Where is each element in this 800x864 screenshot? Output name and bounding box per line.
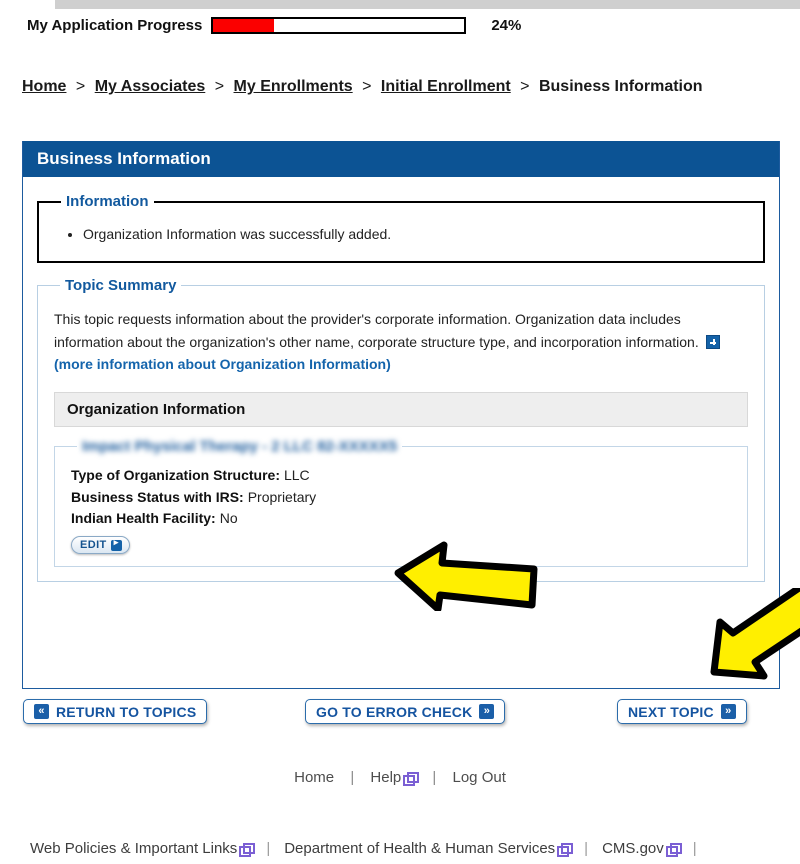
progress-fill xyxy=(213,18,274,32)
footer-divider: | xyxy=(432,769,437,786)
organization-information-section-title: Organization Information xyxy=(54,392,748,428)
chevron-right-icon: » xyxy=(720,704,736,719)
topic-summary-legend: Topic Summary xyxy=(65,277,177,294)
information-box: Information Organization Information was… xyxy=(37,193,765,263)
breadcrumb-separator: > xyxy=(362,78,372,95)
org-field-row: Business Status with IRS: Proprietary xyxy=(71,487,731,509)
information-message: Organization Information was successfull… xyxy=(83,224,747,245)
topic-summary-text-block: This topic requests information about th… xyxy=(54,308,726,376)
breadcrumb-item-my-enrollments[interactable]: My Enrollments xyxy=(234,78,353,95)
breadcrumb-item-my-associates[interactable]: My Associates xyxy=(95,78,206,95)
chevron-right-icon: » xyxy=(479,704,495,719)
org-field-value: Proprietary xyxy=(247,488,317,505)
organization-record-legend: Impact Physical Therapy - 2 LLC 82-XXXXX… xyxy=(77,438,402,455)
page-title: Business Information xyxy=(37,149,211,168)
topic-summary-text: This topic requests information about th… xyxy=(54,311,699,350)
bottom-bar-divider: | xyxy=(584,839,589,857)
information-message-list: Organization Information was successfull… xyxy=(55,224,747,245)
business-information-panel: Business Information Information Organiz… xyxy=(22,141,780,689)
chevron-left-icon: « xyxy=(34,704,49,719)
breadcrumb-item-home[interactable]: Home xyxy=(22,78,66,95)
footer-link-log-out[interactable]: Log Out xyxy=(453,769,506,786)
bottom-link-web-policies[interactable]: Web Policies & Important Links xyxy=(30,840,237,857)
org-field-row: Type of Organization Structure: LLC xyxy=(71,465,731,487)
action-button-row: « RETURN TO TOPICS GO TO ERROR CHECK » N… xyxy=(0,699,800,731)
external-link-icon xyxy=(239,842,256,857)
next-topic-button[interactable]: NEXT TOPIC » xyxy=(617,699,747,724)
return-to-topics-button[interactable]: « RETURN TO TOPICS xyxy=(23,699,208,724)
breadcrumb: Home > My Associates > My Enrollments > … xyxy=(22,78,703,96)
application-progress-bar: My Application Progress 24% xyxy=(0,11,800,39)
bottom-bar-divider: | xyxy=(266,839,271,857)
bottom-link-cms-gov[interactable]: CMS.gov xyxy=(602,840,664,857)
progress-label: My Application Progress xyxy=(27,16,203,34)
information-legend: Information xyxy=(66,193,149,210)
external-link-icon xyxy=(557,842,574,857)
progress-track xyxy=(211,16,467,34)
panel-header: Business Information xyxy=(23,141,779,177)
edit-button[interactable]: EDIT xyxy=(71,536,130,555)
footer-links: Home | Help | Log Out xyxy=(0,769,800,786)
bottom-bar-divider: | xyxy=(692,839,697,857)
organization-record-name-blurred: Impact Physical Therapy - 2 LLC 82-XXXXX xyxy=(82,438,389,456)
organization-record-name-suffix: 5 xyxy=(388,438,398,456)
bottom-footer-bar: Web Policies & Important Links | Departm… xyxy=(0,832,800,864)
breadcrumb-separator: > xyxy=(520,78,530,95)
org-field-row: Indian Health Facility: No xyxy=(71,508,731,530)
org-field-value: LLC xyxy=(283,467,310,484)
breadcrumb-separator: > xyxy=(214,78,225,95)
footer-link-help[interactable]: Help xyxy=(370,769,401,786)
return-to-topics-label: RETURN TO TOPICS xyxy=(56,703,197,720)
edit-button-label: EDIT xyxy=(80,539,107,552)
breadcrumb-item-business-information: Business Information xyxy=(538,78,703,95)
bottom-link-hhs[interactable]: Department of Health & Human Services xyxy=(284,840,555,857)
org-field-value: No xyxy=(219,510,238,527)
arrow-right-icon xyxy=(110,537,122,551)
organization-record-box: Impact Physical Therapy - 2 LLC 82-XXXXX… xyxy=(54,438,748,568)
footer-divider: | xyxy=(350,769,355,786)
external-link-icon xyxy=(665,842,682,857)
go-to-error-check-button[interactable]: GO TO ERROR CHECK » xyxy=(305,699,506,724)
top-gray-strip xyxy=(55,0,800,9)
breadcrumb-item-initial-enrollment[interactable]: Initial Enrollment xyxy=(381,78,511,95)
breadcrumb-separator: > xyxy=(75,78,86,95)
topic-summary-box: Topic Summary This topic requests inform… xyxy=(37,277,765,583)
go-to-error-check-label: GO TO ERROR CHECK xyxy=(316,703,473,720)
more-information-link[interactable]: (more information about Organization Inf… xyxy=(54,356,391,372)
footer-link-home[interactable]: Home xyxy=(294,769,334,786)
next-topic-label: NEXT TOPIC xyxy=(628,703,714,720)
plus-square-icon[interactable] xyxy=(705,334,720,349)
panel-body: Information Organization Information was… xyxy=(23,177,779,583)
org-field-label: Indian Health Facility: xyxy=(71,510,216,527)
progress-percent: 24% xyxy=(491,16,522,34)
org-field-label: Business Status with IRS: xyxy=(71,488,244,505)
org-field-label: Type of Organization Structure: xyxy=(71,467,280,484)
external-link-icon xyxy=(403,772,420,786)
